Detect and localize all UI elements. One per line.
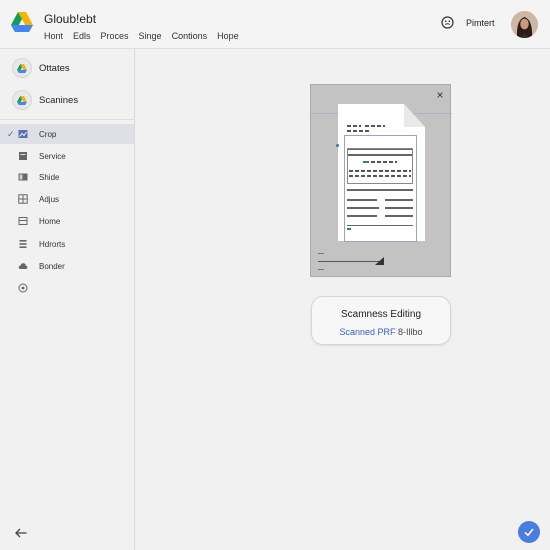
sidebar-item-service[interactable]: Service [0,146,134,166]
status-file-size: 8-Illbo [395,327,423,337]
menu-bar: Hont Edls Proces Singe Contions Hope [44,31,249,41]
zoom-slider-track[interactable] [318,261,384,262]
menu-item-singe[interactable]: Singe [139,31,162,41]
status-title: Scamness Editing [340,309,422,320]
sidebar-drive-ottates[interactable]: Ottates [0,53,134,83]
sidebar-item-home[interactable]: Home [0,211,134,231]
document-preview-panel[interactable]: × [310,84,452,277]
sidebar-item-label: Shide [39,172,60,182]
back-arrow-icon[interactable] [14,526,28,540]
sidebar-item-label: Service [39,151,66,161]
check-icon: ✓ [7,128,15,139]
doc-text-line [347,125,361,127]
slider-tick [318,269,324,270]
sidebar-item-label: Bonder [39,261,65,271]
crop-handle[interactable] [336,144,339,147]
status-card[interactable]: Scamness Editing Scanned PRF 8-Illbo [311,296,451,345]
account-icon[interactable] [441,16,454,29]
sidebar-divider [0,119,134,120]
sidebar-item-label: Adjus [39,194,60,204]
status-file-link[interactable]: Scanned PRF [339,327,395,337]
app-title: Gloub!ebt [44,12,97,26]
sidebar-item-crop[interactable]: ✓ Crop [0,124,134,144]
page-fold [404,104,425,127]
menu-item-contions[interactable]: Contions [172,31,208,41]
sidebar-item-adjus[interactable]: Adjus [0,189,134,209]
checkmark-icon [524,528,534,537]
sidebar-item-shide[interactable]: Shide [0,167,134,187]
confirm-button[interactable] [518,521,540,543]
slider-tick [318,253,324,254]
sidebar-item-label: Hdrorts [39,239,66,249]
doc-text-line [347,130,371,132]
top-bar: Gloub!ebt Hont Edls Proces Singe Contion… [0,0,550,49]
account-label[interactable]: Pimtert [466,18,495,28]
menu-item-hont[interactable]: Hont [44,31,63,41]
home-icon [18,217,28,225]
menu-item-hope[interactable]: Hope [217,31,239,41]
sidebar-drive-scanines[interactable]: Scanines [0,85,134,115]
settings-icon [18,283,28,293]
sidebar-drive-label: Scanines [39,94,79,106]
drive-icon [12,58,32,78]
cloud-icon [18,263,28,269]
crop-icon [18,130,28,138]
doc-text-line [365,125,385,127]
service-icon [19,152,27,160]
adjust-icon [18,194,28,204]
drive-logo-icon[interactable] [11,12,33,32]
sidebar-item-label: Crop [39,129,57,139]
sidebar: Ottates Scanines ✓ Crop Service Shide Ad… [0,49,135,550]
sidebar-item-bonder[interactable]: Bonder [0,256,134,276]
drive-icon [12,90,32,110]
status-subtitle: Scanned PRF 8-Illbo [312,327,450,337]
sidebar-item-label: Home [39,216,61,226]
sidebar-item-hdrorts[interactable]: Hdrorts [0,234,134,254]
close-icon[interactable]: × [434,89,446,101]
crop-frame[interactable] [344,135,417,242]
main-area: × Scamness Editing Scanned PRF 8-Illbo [136,49,550,550]
avatar[interactable] [511,11,538,38]
list-icon [19,240,27,248]
slide-icon [18,173,28,181]
menu-item-edls[interactable]: Edls [73,31,91,41]
menu-item-proces[interactable]: Proces [101,31,129,41]
sidebar-item-settings[interactable] [0,278,134,298]
sidebar-drive-label: Ottates [39,62,70,74]
